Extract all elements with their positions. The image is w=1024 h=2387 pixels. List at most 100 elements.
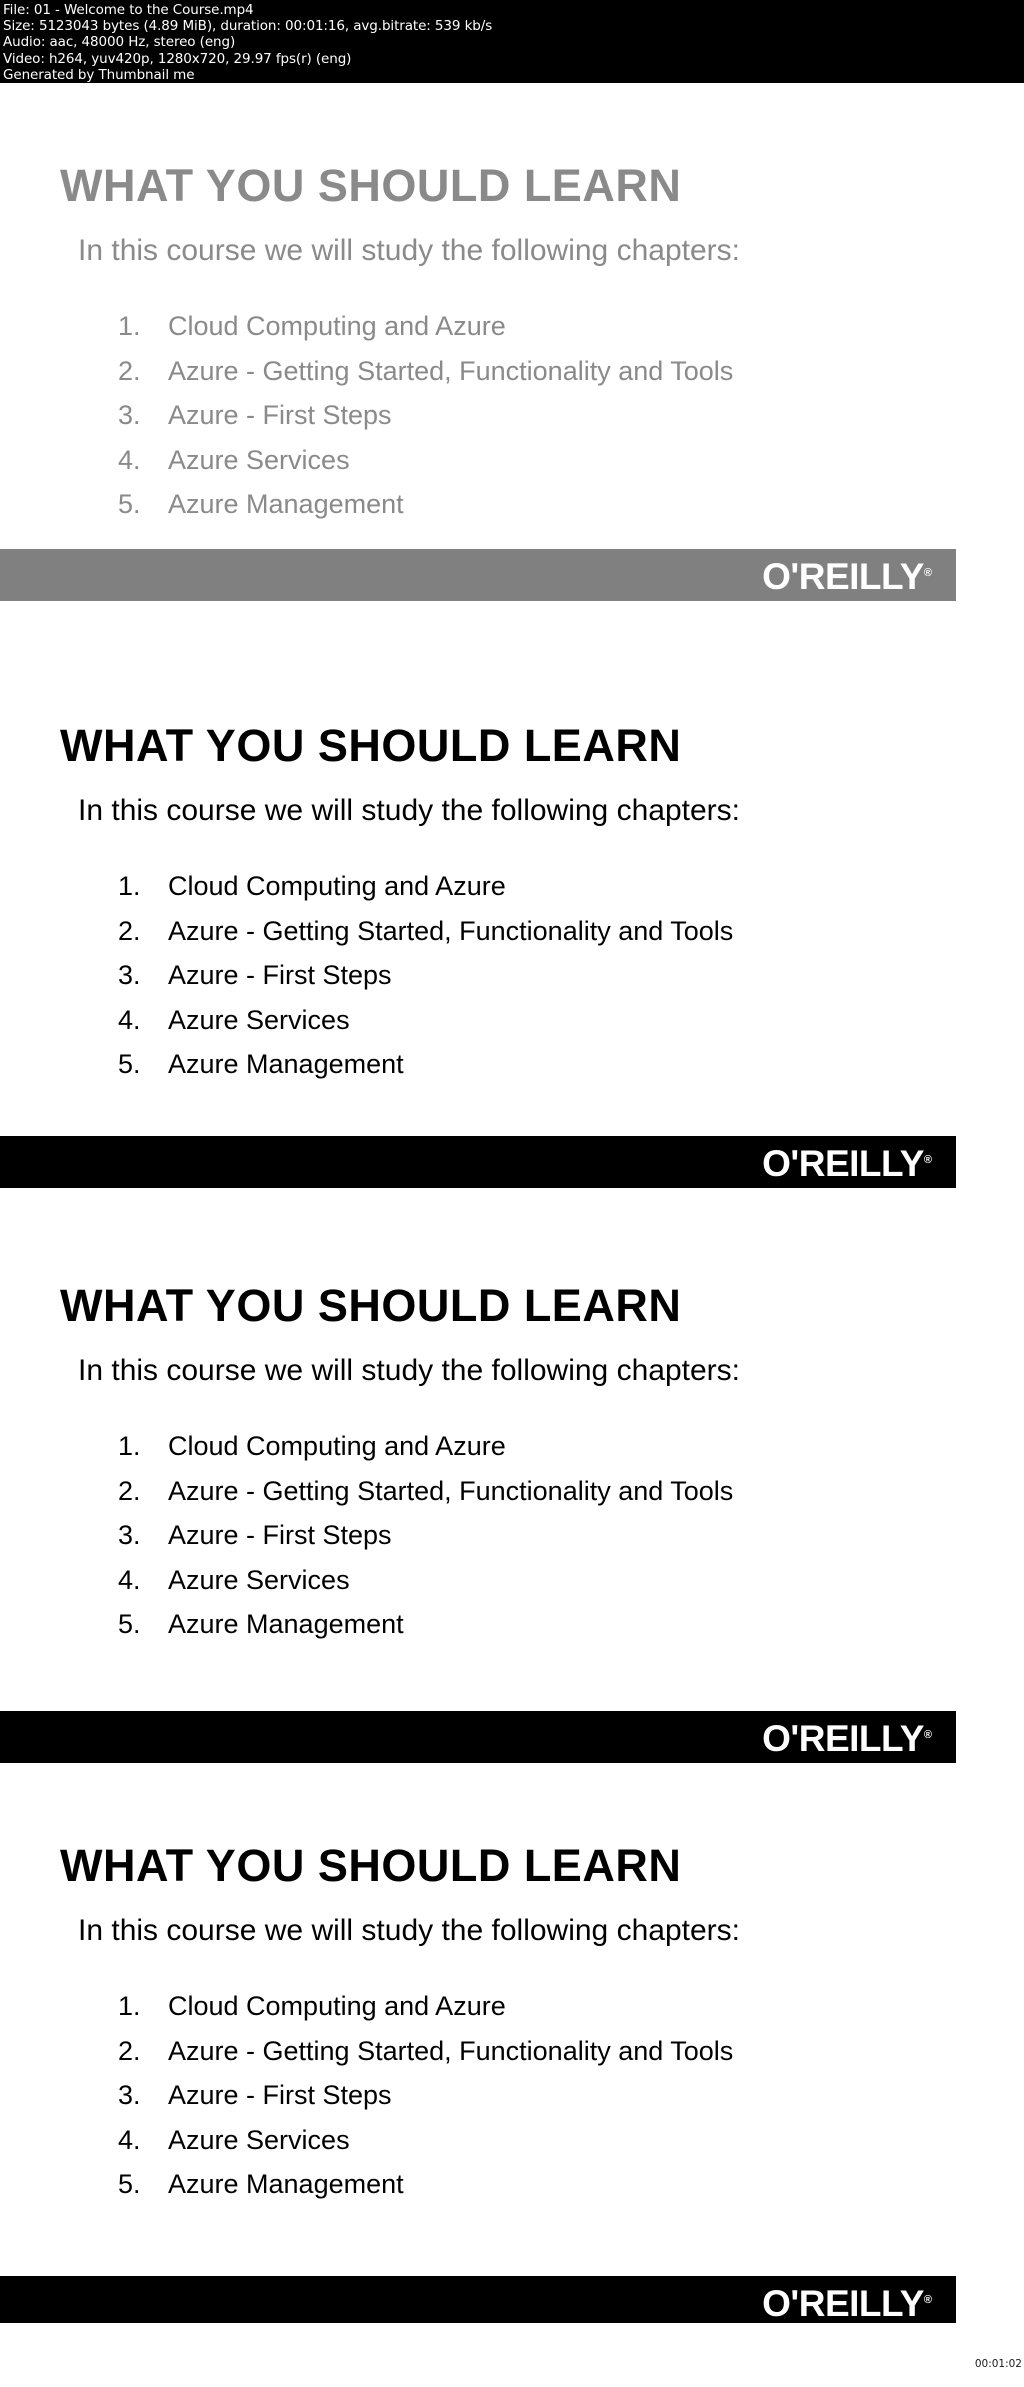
slide-chapter-list: 1. Cloud Computing and Azure 2. Azure - Ge… [118,1984,733,2207]
list-item-number: 2. [118,1475,141,1506]
list-item-label: Azure Services [168,2124,350,2155]
oreilly-wordmark: O'REILLY [762,1143,924,1185]
list-item-label: Azure Management [168,489,404,519]
info-line-file: File: 01 - Welcome to the Course.mp4 [3,2,254,18]
registered-trademark-icon: ® [923,2293,932,2306]
list-item-number: 4. [118,1564,141,1595]
video-info-header: File: 01 - Welcome to the Course.mp4 Siz… [0,0,1024,83]
list-item-label: Azure Management [168,1049,404,1079]
list-item-label: Azure Management [168,1609,404,1639]
list-item-number: 5. [118,1049,141,1079]
info-line-size: Size: 5123043 bytes (4.89 MiB), duration… [3,18,493,35]
slide-title: WHAT YOU SHOULD LEARN [60,1280,682,1331]
frame-timestamp-4: 00:01:02 [974,2358,1022,2370]
list-item-number: 5. [118,1609,141,1639]
list-item: 2. Azure - Getting Started, Functionality… [118,909,733,954]
list-item: 4. Azure Services [118,1558,733,1603]
list-item: 3. Azure - First Steps [118,393,733,438]
slide-subtitle: In this course we will study the followi… [78,1914,740,1947]
list-item-label: Azure - First Steps [168,2080,392,2110]
list-item: 2. Azure - Getting Started, Functionality… [118,349,733,394]
slide-subtitle: In this course we will study the followi… [78,794,740,827]
slide-title: WHAT YOU SHOULD LEARN [60,160,682,211]
oreilly-footer-bar: O'REILLY® [0,1136,956,1188]
list-item-label: Azure Management [168,2169,404,2199]
list-item-label: Azure - Getting Started, Functionality a… [168,355,734,386]
list-item-number: 1. [118,1431,141,1461]
slide-canvas: WHAT YOU SHOULD LEARN In this course we … [0,643,1024,1203]
oreilly-footer-bar: O'REILLY® [0,2276,956,2323]
list-item: 5. Azure Management [118,2162,733,2207]
list-item: 3. Azure - First Steps [118,1513,733,1558]
slide-subtitle: In this course we will study the followi… [78,1354,740,1387]
list-item: 3. Azure - First Steps [118,953,733,998]
list-item-label: Azure - First Steps [168,1520,392,1550]
list-item-label: Azure - Getting Started, Functionality a… [168,915,734,946]
list-item-label: Azure Services [168,1564,350,1595]
list-item-number: 5. [118,489,141,519]
slide-canvas: WHAT YOU SHOULD LEARN In this course we … [0,1763,1024,2323]
list-item-number: 2. [118,355,141,386]
registered-trademark-icon: ® [923,566,932,579]
list-item-label: Cloud Computing and Azure [168,871,506,901]
list-item-number: 3. [118,960,141,990]
oreilly-wordmark: O'REILLY [762,2283,924,2323]
info-line-generator: Generated by Thumbnail me [3,66,195,83]
slide-canvas: WHAT YOU SHOULD LEARN In this course we … [0,83,1024,643]
thumbnail-frame-3[interactable]: WHAT YOU SHOULD LEARN In this course we … [0,1203,1024,1763]
list-item: 2. Azure - Getting Started, Functionality… [118,2029,733,2074]
list-item-number: 5. [118,2169,141,2199]
list-item-number: 3. [118,1520,141,1550]
oreilly-footer-bar: O'REILLY® [0,1711,956,1763]
registered-trademark-icon: ® [923,1153,932,1166]
registered-trademark-icon: ® [923,1728,932,1741]
list-item: 1. Cloud Computing and Azure [118,1424,733,1469]
list-item: 5. Azure Management [118,482,733,527]
list-item-label: Azure - Getting Started, Functionality a… [168,2035,734,2066]
list-item-number: 4. [118,2124,141,2155]
oreilly-logo: O'REILLY® [762,555,932,595]
list-item-number: 1. [118,1991,141,2021]
slide-subtitle: In this course we will study the followi… [78,234,740,267]
list-item-label: Azure - First Steps [168,400,392,430]
list-item-number: 4. [118,1004,141,1035]
list-item: 1. Cloud Computing and Azure [118,1984,733,2029]
list-item-number: 2. [118,2035,141,2066]
thumbnail-frame-1[interactable]: WHAT YOU SHOULD LEARN In this course we … [0,83,1024,643]
list-item-label: Azure Services [168,444,350,475]
info-line-video: Video: h264, yuv420p, 1280x720, 29.97 fp… [3,50,352,67]
oreilly-footer-bar: O'REILLY® [0,549,956,601]
oreilly-logo: O'REILLY® [762,1142,932,1182]
list-item-label: Azure - Getting Started, Functionality a… [168,1475,734,1506]
slide-title: WHAT YOU SHOULD LEARN [60,720,682,771]
slide-canvas: WHAT YOU SHOULD LEARN In this course we … [0,1203,1024,1763]
info-line-audio: Audio: aac, 48000 Hz, stereo (eng) [3,34,236,51]
list-item: 4. Azure Services [118,2118,733,2163]
list-item: 1. Cloud Computing and Azure [118,864,733,909]
list-item: 4. Azure Services [118,438,733,483]
list-item: 4. Azure Services [118,998,733,1043]
list-item-label: Azure - First Steps [168,960,392,990]
list-item: 1. Cloud Computing and Azure [118,304,733,349]
list-item-label: Cloud Computing and Azure [168,1431,506,1461]
oreilly-wordmark: O'REILLY [762,1718,924,1760]
list-item-label: Cloud Computing and Azure [168,1991,506,2021]
list-item: 3. Azure - First Steps [118,2073,733,2118]
list-item-number: 3. [118,2080,141,2110]
oreilly-logo: O'REILLY® [762,2282,932,2322]
slide-chapter-list: 1. Cloud Computing and Azure 2. Azure - Ge… [118,304,733,527]
list-item-number: 3. [118,400,141,430]
oreilly-wordmark: O'REILLY [762,556,924,598]
thumbnail-frame-4[interactable]: WHAT YOU SHOULD LEARN In this course we … [0,1763,1024,2323]
slide-chapter-list: 1. Cloud Computing and Azure 2. Azure - Ge… [118,864,733,1087]
list-item-number: 1. [118,311,141,341]
list-item: 5. Azure Management [118,1042,733,1087]
oreilly-logo: O'REILLY® [762,1717,932,1757]
list-item: 2. Azure - Getting Started, Functionality… [118,1469,733,1514]
slide-title: WHAT YOU SHOULD LEARN [60,1840,682,1891]
list-item-number: 1. [118,871,141,901]
thumbnail-frame-2[interactable]: WHAT YOU SHOULD LEARN In this course we … [0,643,1024,1203]
list-item: 5. Azure Management [118,1602,733,1647]
list-item-number: 4. [118,444,141,475]
list-item-label: Cloud Computing and Azure [168,311,506,341]
